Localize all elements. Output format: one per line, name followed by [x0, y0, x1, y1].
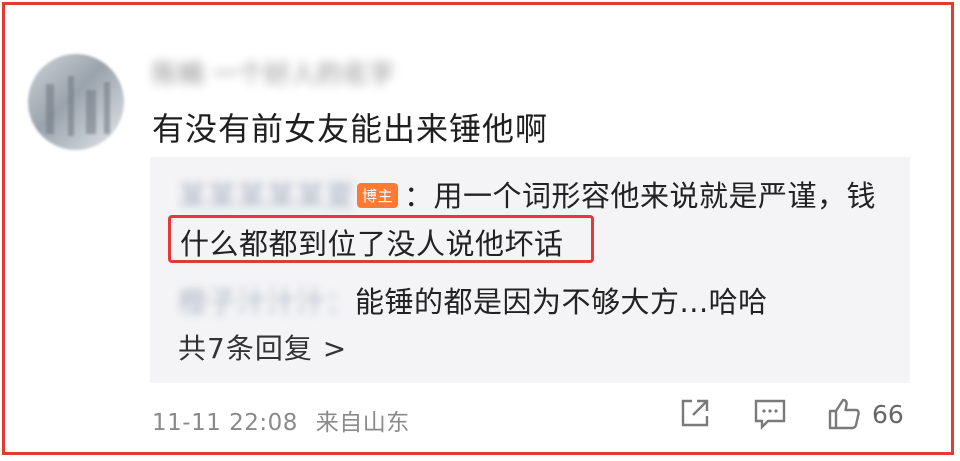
- comment-meta: 11-11 22:08 来自山东: [152, 403, 410, 437]
- comment-text: 有没有前女友能出来锤他啊: [152, 110, 549, 148]
- reply-author[interactable]: 某某某某某夏: [178, 173, 355, 215]
- reply-separator: ：: [325, 285, 356, 319]
- share-icon: [678, 396, 712, 430]
- comment-button[interactable]: [752, 396, 788, 430]
- avatar[interactable]: [28, 54, 124, 150]
- reply-text: 能锤的都是因为不够大方...哈哈: [355, 285, 768, 319]
- reply-item: 橙子汁汁汁：能锤的都是因为不够大方...哈哈: [178, 279, 768, 321]
- highlight-box: [168, 215, 594, 263]
- comment-icon: [752, 396, 788, 430]
- share-button[interactable]: [678, 396, 712, 430]
- op-badge: 博主: [357, 183, 399, 208]
- reply-author[interactable]: 橙子汁汁汁: [178, 279, 326, 321]
- like-button[interactable]: 66: [826, 396, 904, 432]
- thumbs-up-icon: [826, 396, 862, 432]
- reply-separator: ：: [404, 179, 434, 213]
- reply-item: 某某某某某夏 博主 ：用一个词形容他来说就是严谨，钱: [178, 173, 876, 215]
- username[interactable]: 陈楠 一个好人的名字: [152, 58, 432, 92]
- more-replies-link[interactable]: 共7条回复 >: [178, 327, 347, 367]
- location: 来自山东: [315, 410, 410, 436]
- reply-text: 用一个词形容他来说就是严谨，钱: [433, 179, 877, 213]
- timestamp: 11-11 22:08: [152, 410, 298, 436]
- like-count: 66: [872, 399, 904, 429]
